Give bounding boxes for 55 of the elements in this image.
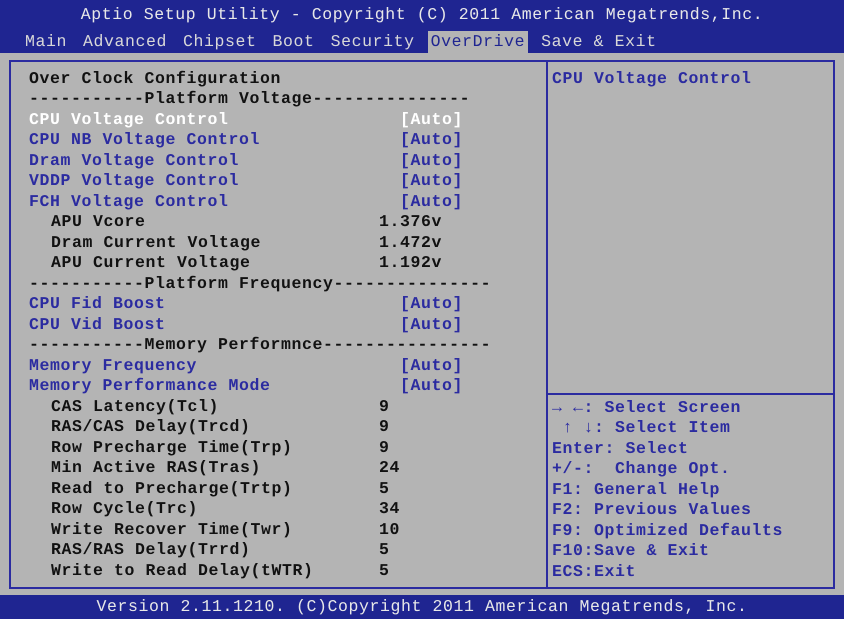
info-value: 34 — [379, 498, 400, 520]
section-divider: -----------Memory Performnce---------------- — [29, 334, 492, 356]
setting-row[interactable]: Dram Voltage Control [Auto] — [29, 151, 546, 172]
key-hint: F9: Optimized Defaults — [552, 520, 784, 542]
menu-tab[interactable]: OverDrive — [428, 31, 528, 53]
setting-row[interactable]: FCH Voltage Control [Auto] — [29, 192, 546, 212]
info-label: Row Precharge Time(Trp) — [50, 436, 294, 459]
info-label: Write Recover Time(Twr) — [50, 518, 294, 541]
key-hint: F1: General Help — [552, 478, 720, 501]
info-label: RAS/CAS Delay(Trcd) — [50, 416, 252, 438]
info-value: 10 — [379, 518, 400, 541]
menu-tab[interactable]: Chipset — [180, 31, 260, 53]
section-divider: -----------Platform Voltage--------------- — [29, 88, 470, 110]
menu-tab[interactable]: Main — [22, 31, 70, 53]
section-title: Over Clock Configuration — [29, 68, 282, 90]
info-value: 9 — [379, 396, 390, 418]
setting-row[interactable]: Memory Frequency [Auto] — [29, 356, 546, 376]
key-hint: Enter: Select — [552, 438, 689, 460]
setting-row[interactable]: Memory Performance Mode [Auto] — [29, 376, 546, 397]
info-value: 9 — [379, 436, 390, 459]
info-label: Write to Read Delay(tWTR) — [50, 560, 315, 582]
info-label: APU Vcore — [50, 211, 147, 234]
info-label: CAS Latency(Tcl) — [50, 396, 220, 418]
status-bar: Version 2.11.1210. (C)Copyright 2011 American Megatrends, Inc. — [0, 595, 844, 619]
menu-tab[interactable]: Security — [328, 31, 418, 53]
info-label: Read to Precharge(Trtp) — [50, 478, 294, 500]
setting-row[interactable]: CPU Fid Boost [Auto] — [29, 294, 546, 315]
info-value: 24 — [379, 457, 400, 480]
menu-tab[interactable]: Save & Exit — [538, 31, 660, 53]
setting-row[interactable]: VDDP Voltage Control [Auto] — [29, 172, 546, 192]
info-label: RAS/RAS Delay(Trrd) — [50, 539, 252, 562]
help-text: CPU Voltage Control — [552, 68, 752, 90]
setting-row[interactable]: CPU NB Voltage Control [Auto] — [29, 130, 546, 151]
info-value: 5 — [379, 560, 390, 582]
info-value: 5 — [379, 478, 390, 500]
menu-tab[interactable]: Boot — [270, 31, 318, 53]
info-label: Row Cycle(Trc) — [50, 498, 200, 520]
key-hint: ECS:Exit — [552, 560, 636, 583]
section-divider: -----------Platform Frequency--------------- — [29, 272, 492, 295]
info-value: 1.472v — [379, 232, 442, 254]
title-bar: Aptio Setup Utility - Copyright (C) 2011 American Megatrends,Inc. — [0, 0, 844, 31]
key-hint: F2: Previous Values — [552, 499, 752, 522]
key-hint: +/-: Change Opt. — [552, 458, 731, 480]
key-hint: → ←: Select Screen — [552, 396, 742, 419]
menu-tab[interactable]: Advanced — [80, 31, 170, 53]
key-hint: ↑ ↓: Select Item — [562, 417, 731, 440]
setting-row[interactable]: CPU Vid Boost [Auto] — [29, 315, 546, 336]
info-value: 9 — [379, 416, 390, 438]
info-value: 1.192v — [379, 252, 442, 274]
info-value: 1.376v — [379, 211, 442, 234]
info-label: APU Current Voltage — [50, 252, 252, 274]
info-label: Dram Current Voltage — [50, 232, 262, 254]
key-hint: F10:Save & Exit — [552, 540, 710, 562]
info-label: Min Active RAS(Tras) — [50, 457, 262, 480]
info-value: 5 — [379, 539, 390, 562]
